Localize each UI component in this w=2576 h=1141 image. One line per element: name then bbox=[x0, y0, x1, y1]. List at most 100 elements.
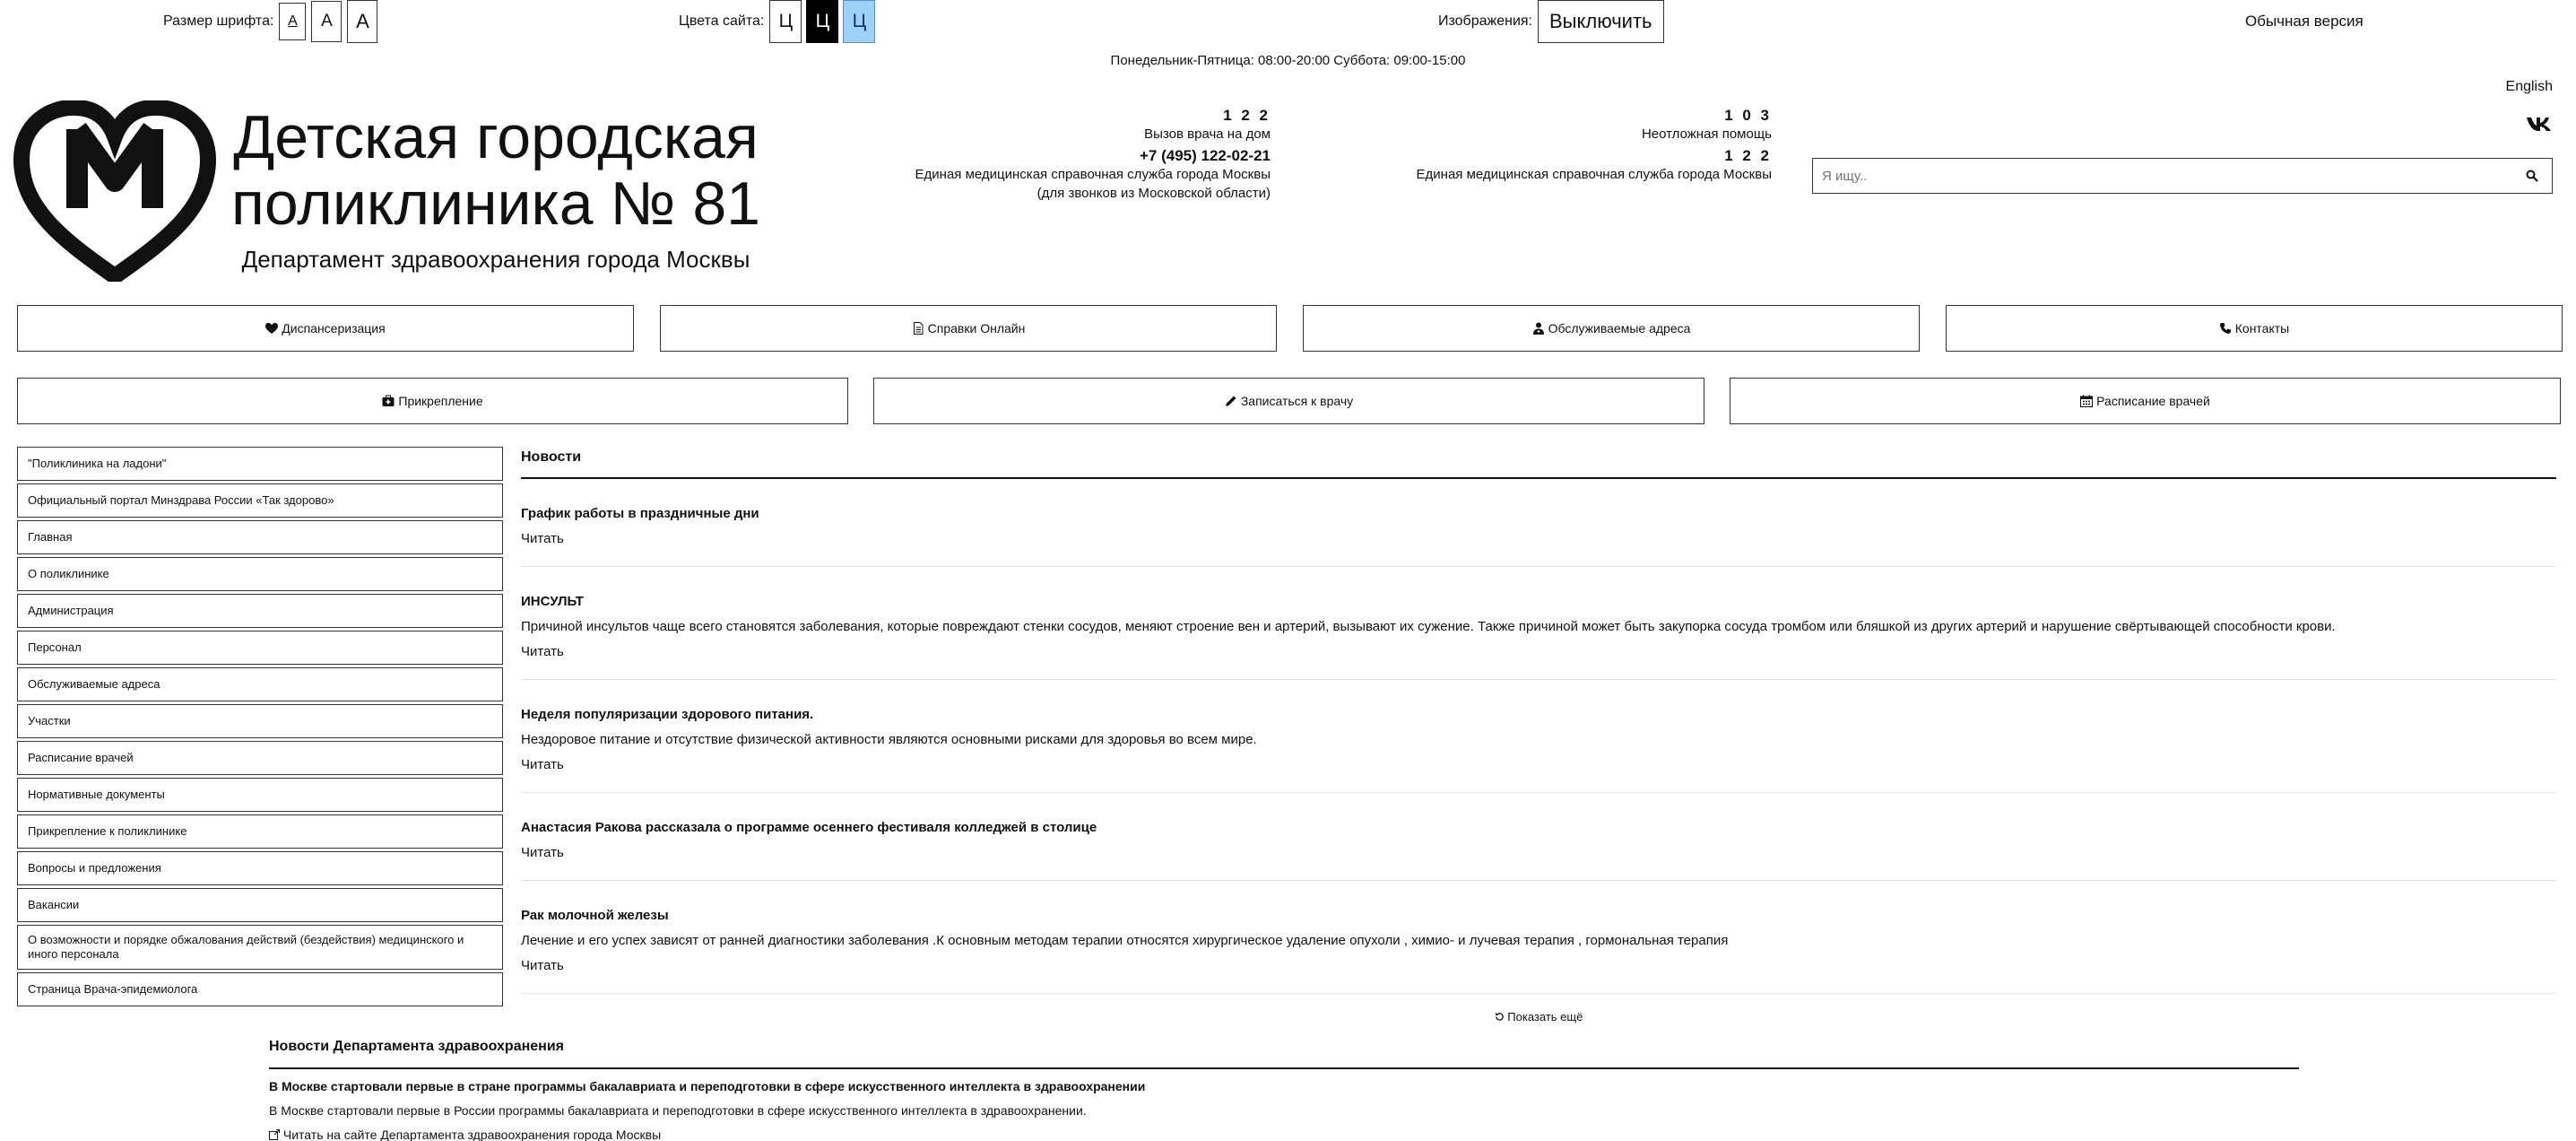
font-size-large-button[interactable]: А bbox=[347, 0, 378, 43]
sidebar-item-addresses[interactable]: Обслуживаемые адреса bbox=[17, 667, 503, 701]
news-read-link[interactable]: Читать bbox=[521, 531, 2556, 546]
normal-version-link[interactable]: Обычная версия bbox=[2245, 0, 2364, 43]
nav-contacts-label: Контакты bbox=[2234, 321, 2290, 335]
department-news-section: Новости Департамента здравоохранения В М… bbox=[269, 1039, 2299, 1141]
external-link-icon bbox=[269, 1129, 280, 1140]
nav-dispensary-button[interactable]: Диспансеризация bbox=[17, 305, 634, 352]
phone-emergency[interactable]: 1 0 3 bbox=[1417, 106, 1772, 125]
sidebar-item-questions[interactable]: Вопросы и предложения bbox=[17, 851, 503, 885]
nav-contacts-button[interactable]: Контакты bbox=[1946, 305, 2563, 352]
nav-attachment-button[interactable]: Прикрепление bbox=[17, 378, 848, 424]
search-input[interactable] bbox=[1813, 168, 2512, 184]
news-item-title[interactable]: Рак молочной железы bbox=[521, 908, 2556, 923]
clinic-logo[interactable] bbox=[13, 99, 217, 287]
news-item-desc: Причиной инсультов чаще всего становятся… bbox=[521, 619, 2336, 634]
site-colors-group: Цвета сайта: Ц Ц Ц bbox=[679, 0, 880, 43]
sidebar-item-staff[interactable]: Персонал bbox=[17, 631, 503, 665]
page-title: Детская городская поликлиника № 81 bbox=[231, 104, 760, 237]
nav-schedule-label: Расписание врачей bbox=[2096, 394, 2210, 408]
news-item: ИНСУЛЬТ Причиной инсультов чаще всего ст… bbox=[521, 567, 2556, 680]
sidebar-item-about[interactable]: О поликлинике bbox=[17, 557, 503, 591]
nav-attachment-label: Прикрепление bbox=[398, 394, 483, 408]
phone-info-service-note: (для звонков из Московской области) bbox=[1036, 186, 1271, 201]
sidebar-item-home[interactable]: Главная bbox=[17, 520, 503, 554]
phone-emergency-desc: Неотложная помощь bbox=[1641, 126, 1772, 142]
news-item-desc: Лечение и его успех зависят от ранней ди… bbox=[521, 933, 1729, 948]
news-item-title[interactable]: Неделя популяризации здорового питания. bbox=[521, 707, 2556, 722]
news-read-link[interactable]: Читать bbox=[521, 644, 2556, 659]
font-size-medium-button[interactable]: А bbox=[311, 1, 343, 42]
news-read-link[interactable]: Читать bbox=[521, 845, 2556, 860]
news-section: Новости График работы в праздничные дни … bbox=[521, 447, 2556, 1023]
title-line-1: Детская городская bbox=[233, 103, 759, 171]
sidebar-item-attachment[interactable]: Прикрепление к поликлинике bbox=[17, 814, 503, 849]
vk-icon[interactable] bbox=[2526, 115, 2553, 138]
accessibility-bar: Размер шрифта: А А А Цвета сайта: Ц Ц Ц … bbox=[0, 0, 2576, 45]
sidebar-item-regulations[interactable]: Нормативные документы bbox=[17, 778, 503, 812]
department-name: Департамент здравоохранения города Москв… bbox=[241, 246, 750, 273]
phone-info-122-desc: Единая медицинская справочная служба гор… bbox=[1416, 167, 1772, 182]
font-size-small-button[interactable]: А bbox=[279, 3, 307, 40]
color-blue-button[interactable]: Ц bbox=[843, 0, 876, 43]
font-size-label-text: Размер шрифта: bbox=[163, 13, 274, 29]
department-news-desc: В Москве стартовали первые в России прог… bbox=[269, 1103, 1087, 1118]
phone-home-call[interactable]: 1 2 2 bbox=[915, 106, 1271, 125]
news-read-link[interactable]: Читать bbox=[521, 958, 2556, 973]
sidebar-item-clinic-app[interactable]: "Поликлиника на ладони" bbox=[17, 447, 503, 481]
nav-certificates-label: Справки Онлайн bbox=[927, 321, 1026, 335]
phone-info-122[interactable]: 1 2 2 bbox=[1417, 146, 1772, 165]
working-hours: Понедельник-Пятница: 08:00-20:00 Суббота… bbox=[1110, 53, 1466, 68]
images-off-button[interactable]: Выключить bbox=[1538, 0, 1664, 43]
images-label: Изображения: bbox=[1438, 13, 1532, 29]
document-icon bbox=[913, 322, 924, 335]
sidebar-item-minzdrav-portal[interactable]: Официальный портал Минздрава России «Так… bbox=[17, 483, 503, 518]
color-white-button[interactable]: Ц bbox=[769, 0, 802, 43]
news-item: Неделя популяризации здорового питания. … bbox=[521, 680, 2556, 793]
site-colors-label: Цвета сайта: bbox=[679, 13, 765, 29]
sidebar-item-appeals[interactable]: О возможности и порядке обжалования дейс… bbox=[17, 925, 503, 970]
search-box bbox=[1812, 158, 2553, 194]
nav-appointment-label: Записаться к врачу bbox=[1240, 394, 1354, 408]
news-item: Рак молочной железы Лечение и его успех … bbox=[521, 881, 2556, 994]
news-heading: Новости bbox=[521, 447, 2556, 479]
nav-dispensary-label: Диспансеризация bbox=[282, 321, 386, 335]
images-group: Изображения: Выключить bbox=[1438, 0, 1670, 43]
phone-info-service[interactable]: +7 (495) 122-02-21 bbox=[915, 146, 1271, 165]
nav-schedule-button[interactable]: Расписание врачей bbox=[1730, 378, 2561, 424]
department-news-read-label: Читать на сайте Департамента здравоохран… bbox=[282, 1128, 662, 1141]
phone-info-service-desc: Единая медицинская справочная служба гор… bbox=[915, 167, 1271, 182]
department-news-title[interactable]: В Москве стартовали первые в стране прог… bbox=[269, 1079, 2299, 1093]
font-size-group: Размер шрифта: А А А bbox=[158, 0, 383, 43]
search-button[interactable] bbox=[2512, 159, 2552, 193]
news-item-desc: Нездоровое питание и отсутствие физическ… bbox=[521, 732, 1257, 747]
news-item-title[interactable]: График работы в праздничные дни bbox=[521, 506, 2556, 521]
nav-certificates-button[interactable]: Справки Онлайн bbox=[660, 305, 1277, 352]
news-item: Анастасия Ракова рассказала о программе … bbox=[521, 793, 2556, 881]
sidebar-item-epidemiologist[interactable]: Страница Врача-эпидемиолога bbox=[17, 972, 503, 1006]
show-more-button[interactable]: Показать ещё bbox=[521, 994, 2556, 1023]
nav-appointment-button[interactable]: Записаться к врачу bbox=[873, 378, 1704, 424]
news-read-link[interactable]: Читать bbox=[521, 757, 2556, 772]
news-item-title[interactable]: Анастасия Ракова рассказала о программе … bbox=[521, 820, 2556, 835]
title-line-2: поликлиника № 81 bbox=[231, 170, 760, 238]
sidebar-item-vacancies[interactable]: Вакансии bbox=[17, 888, 503, 922]
phone-icon bbox=[2219, 323, 2231, 334]
sidebar-menu: "Поликлиника на ладони" Официальный порт… bbox=[17, 447, 503, 1009]
news-item: График работы в праздничные дни Читать bbox=[521, 479, 2556, 567]
sidebar-item-schedule[interactable]: Расписание врачей bbox=[17, 741, 503, 775]
nav-row-2: Прикрепление Записаться к врачу Расписан… bbox=[17, 378, 2561, 424]
sidebar-item-administration[interactable]: Администрация bbox=[17, 594, 503, 628]
phone-home-call-desc: Вызов врача на дом bbox=[1144, 126, 1271, 142]
nav-addresses-button[interactable]: Обслуживаемые адреса bbox=[1303, 305, 1920, 352]
search-icon bbox=[2526, 170, 2538, 182]
color-black-button[interactable]: Ц bbox=[806, 0, 839, 43]
news-item-title[interactable]: ИНСУЛЬТ bbox=[521, 594, 2556, 609]
department-news-read-link[interactable]: Читать на сайте Департамента здравоохран… bbox=[269, 1128, 2299, 1141]
calendar-icon bbox=[2080, 395, 2094, 407]
sidebar-item-districts[interactable]: Участки bbox=[17, 704, 503, 738]
english-link[interactable]: English bbox=[2506, 79, 2553, 95]
nav-row-1: Диспансеризация Справки Онлайн Обслужива… bbox=[17, 305, 2563, 352]
show-more-label: Показать ещё bbox=[1507, 1010, 1583, 1023]
pencil-icon bbox=[1225, 396, 1236, 406]
medkit-icon bbox=[382, 395, 395, 406]
